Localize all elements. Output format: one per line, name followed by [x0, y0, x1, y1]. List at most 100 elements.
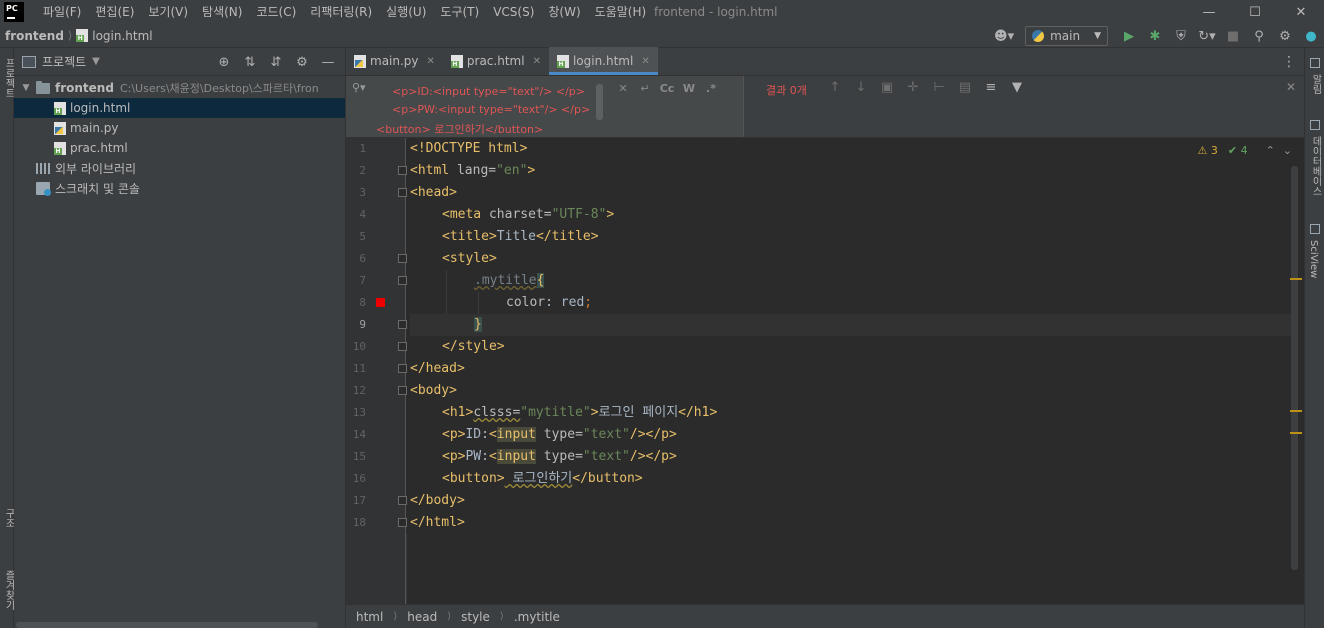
- close-tab-icon[interactable]: ✕: [427, 56, 435, 67]
- fold-marker-icon[interactable]: [398, 342, 407, 351]
- tool-window-database[interactable]: 데이터베이스: [1308, 136, 1323, 196]
- color-preview-swatch[interactable]: [376, 298, 385, 307]
- plugin-icon[interactable]: ●: [1298, 24, 1324, 48]
- clear-search-icon[interactable]: ✕: [612, 82, 634, 95]
- tree-item-main-py[interactable]: main.py: [14, 118, 345, 138]
- menu-view[interactable]: 보기(V): [141, 0, 195, 24]
- panel-settings-gear-icon[interactable]: ⚙: [289, 55, 315, 70]
- find-input-scrollbar[interactable]: [596, 84, 603, 120]
- menu-edit[interactable]: 편집(E): [88, 0, 141, 24]
- search-icon[interactable]: ⚲▾: [352, 81, 366, 94]
- tab-prac-html[interactable]: prac.html ✕: [443, 47, 549, 75]
- add-occurrence-icon[interactable]: ✛: [900, 80, 926, 95]
- tree-item-frontend[interactable]: ▼ frontend C:\Users\채윤정\Desktop\스파르타\fro…: [14, 78, 345, 98]
- close-window-button[interactable]: ✕: [1278, 0, 1324, 24]
- close-tab-icon[interactable]: ✕: [641, 56, 649, 67]
- whole-words-toggle[interactable]: W: [678, 82, 700, 95]
- fold-marker-icon[interactable]: [398, 386, 407, 395]
- warning-icon[interactable]: ⚠ 3: [1197, 144, 1217, 157]
- more-tabs-icon[interactable]: ⋮: [1282, 48, 1296, 76]
- find-input[interactable]: ⚲▾ <p>ID:<input type="text"/> </p> <p>PW…: [346, 76, 744, 137]
- code-editor[interactable]: 1 2 3 4 5 6 7 8 9 10 11 12 13 14 15 16 1…: [346, 138, 1304, 604]
- menu-navigate[interactable]: 탐색(N): [195, 0, 249, 24]
- user-icon[interactable]: ☻▾: [991, 24, 1017, 48]
- weak-warning-icon[interactable]: ✔ 4: [1228, 144, 1248, 157]
- coverage-icon[interactable]: ⛨: [1168, 24, 1194, 48]
- inspection-widget[interactable]: ⚠ 3 ✔ 4 ⌃ ⌄: [1197, 144, 1292, 157]
- fold-marker-icon[interactable]: [398, 166, 407, 175]
- filter-icon[interactable]: ▼: [1004, 80, 1030, 95]
- tree-item-prac-html[interactable]: prac.html: [14, 138, 345, 158]
- fold-marker-icon[interactable]: [398, 276, 407, 285]
- notifications-icon[interactable]: [1310, 58, 1320, 68]
- profile-icon[interactable]: ↻▾: [1194, 24, 1220, 48]
- menu-refactor[interactable]: 리팩터링(R): [303, 0, 379, 24]
- menu-run[interactable]: 실행(U): [379, 0, 433, 24]
- debug-icon[interactable]: ✱: [1142, 24, 1168, 48]
- match-case-toggle[interactable]: Cc: [656, 82, 678, 95]
- code-content[interactable]: <!DOCTYPE html> <html lang="en"> <head> …: [406, 138, 1294, 604]
- fold-marker-icon[interactable]: [398, 496, 407, 505]
- sciview-icon[interactable]: [1310, 224, 1320, 234]
- minimize-button[interactable]: —: [1186, 0, 1232, 24]
- breadcrumb-style[interactable]: style: [461, 610, 490, 624]
- menu-code[interactable]: 코드(C): [249, 0, 303, 24]
- fold-marker-icon[interactable]: [398, 364, 407, 373]
- tree-item-external-libraries[interactable]: 외부 라이브러리: [14, 158, 345, 178]
- maximize-button[interactable]: ☐: [1232, 0, 1278, 24]
- code-token: 로그인 페이지: [598, 405, 679, 420]
- error-stripe-marker[interactable]: [1290, 278, 1302, 280]
- select-all-occurrences-icon[interactable]: ▣: [874, 80, 900, 95]
- fold-marker-icon[interactable]: [398, 254, 407, 263]
- locate-file-icon[interactable]: ⊕: [211, 55, 237, 70]
- tool-window-sciview[interactable]: SciView: [1308, 240, 1319, 278]
- previous-problem-icon[interactable]: ⌃: [1266, 144, 1275, 157]
- tree-item-scratches[interactable]: 스크래치 및 콘솔: [14, 178, 345, 198]
- database-icon[interactable]: [1310, 120, 1320, 130]
- menu-help[interactable]: 도움말(H): [588, 0, 654, 24]
- previous-occurrence-icon[interactable]: ↑: [822, 80, 848, 95]
- breadcrumb-selector[interactable]: .mytitle: [514, 610, 560, 624]
- tab-login-html[interactable]: login.html ✕: [548, 47, 658, 75]
- line-number: 13: [352, 406, 366, 419]
- editor-gutter[interactable]: 1 2 3 4 5 6 7 8 9 10 11 12 13 14 15 16 1…: [346, 138, 407, 604]
- horizontal-scrollbar[interactable]: [16, 622, 318, 628]
- run-configuration-select[interactable]: main ▼: [1025, 26, 1108, 46]
- error-stripe-marker[interactable]: [1290, 410, 1302, 412]
- breadcrumb-project[interactable]: frontend: [5, 29, 64, 43]
- breadcrumb-head[interactable]: head: [407, 610, 437, 624]
- project-panel-title[interactable]: 프로젝트: [42, 53, 86, 70]
- tab-main-py[interactable]: main.py ✕: [346, 47, 443, 75]
- stop-icon[interactable]: ■: [1220, 24, 1246, 48]
- tool-window-notifications[interactable]: 알림: [1308, 74, 1323, 94]
- fold-marker-icon[interactable]: [398, 320, 407, 329]
- menu-tools[interactable]: 도구(T): [433, 0, 486, 24]
- expand-arrow-icon[interactable]: ▼: [20, 83, 32, 93]
- filter-options-icon[interactable]: ≡: [978, 80, 1004, 95]
- settings-gear-icon[interactable]: ⚙: [1272, 24, 1298, 48]
- error-stripe-marker[interactable]: [1290, 432, 1302, 434]
- next-occurrence-icon[interactable]: ↓: [848, 80, 874, 95]
- collapse-all-icon[interactable]: ⇵: [263, 55, 289, 70]
- select-all-icon[interactable]: ▤: [952, 80, 978, 95]
- tree-item-login-html[interactable]: login.html: [14, 98, 345, 118]
- fold-marker-icon[interactable]: [398, 518, 407, 527]
- breadcrumb-html[interactable]: html: [356, 610, 383, 624]
- fold-marker-icon[interactable]: [398, 188, 407, 197]
- vertical-scrollbar[interactable]: [1291, 166, 1298, 570]
- new-line-icon[interactable]: ↵: [634, 82, 656, 95]
- search-everywhere-icon[interactable]: ⚲: [1246, 24, 1272, 48]
- run-icon[interactable]: ▶: [1116, 24, 1142, 48]
- menu-file[interactable]: 파일(F): [36, 0, 88, 24]
- hide-panel-icon[interactable]: —: [315, 55, 341, 70]
- remove-occurrence-icon[interactable]: ⊢: [926, 80, 952, 95]
- menu-window[interactable]: 창(W): [541, 0, 587, 24]
- next-problem-icon[interactable]: ⌄: [1283, 144, 1292, 157]
- menu-vcs[interactable]: VCS(S): [486, 0, 541, 24]
- breadcrumb-file[interactable]: login.html: [92, 29, 152, 43]
- close-find-icon[interactable]: ✕: [1286, 80, 1296, 94]
- close-tab-icon[interactable]: ✕: [533, 56, 541, 67]
- expand-all-icon[interactable]: ⇅: [237, 55, 263, 70]
- chevron-down-icon[interactable]: ▼: [92, 56, 100, 67]
- regex-toggle[interactable]: .*: [700, 82, 722, 95]
